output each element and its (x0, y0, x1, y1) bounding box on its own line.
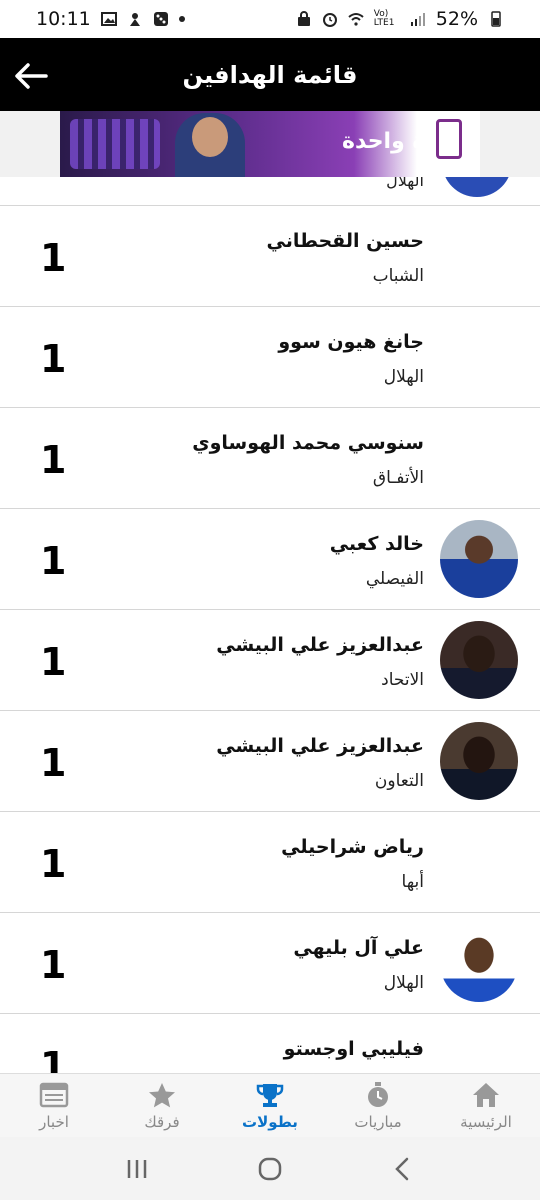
goals-count: 1 (40, 438, 67, 482)
bottom-navigation: اخبار فرقك بطولات مباريات الرئيسية (0, 1073, 540, 1137)
table-row[interactable]: 1 فيليبي اوجستو (0, 1014, 540, 1073)
player-avatar (440, 520, 518, 598)
banner-logo-icon (436, 119, 462, 159)
table-row[interactable]: 1 رياض شراحيلي أبها (0, 812, 540, 913)
stopwatch-icon (368, 1081, 388, 1107)
banner-speaker-graphic (70, 119, 160, 169)
nav-item-teams[interactable]: فرقك (108, 1074, 216, 1137)
trophy-icon (256, 1083, 284, 1107)
goals-count: 1 (40, 943, 67, 987)
nav-label-home: الرئيسية (460, 1112, 512, 1131)
page-title: قائمة الهدافين (182, 60, 358, 89)
goals-count: 1 (40, 640, 67, 684)
team-name: الهلال (383, 367, 424, 387)
player-name: علي آل بليهي (293, 937, 424, 959)
banner-face-graphic (192, 117, 228, 157)
team-name: الهلال (386, 177, 424, 190)
dice-icon (153, 12, 168, 26)
table-row[interactable]: 1 عبدالعزيز علي البيشي الاتحاد (0, 610, 540, 711)
app-header: قائمة الهدافين (0, 38, 540, 111)
table-row[interactable]: الهلال (0, 177, 540, 206)
system-back-icon[interactable] (389, 1155, 417, 1183)
lock-icon (297, 11, 310, 26)
table-row[interactable]: 1 علي آل بليهي الهلال (0, 913, 540, 1014)
nav-label-teams: فرقك (144, 1112, 180, 1131)
network-label: Vo) LTE1 (373, 9, 395, 28)
gallery-icon (100, 12, 117, 26)
nav-item-matches[interactable]: مباريات (324, 1074, 432, 1137)
goals-count: 1 (40, 842, 67, 886)
player-name: جانغ هيون سوو (278, 331, 424, 353)
team-name: الشباب (372, 266, 424, 286)
player-avatar (440, 722, 518, 800)
wifi-icon (348, 13, 364, 26)
team-name: التعاون (374, 771, 424, 791)
player-name: حسين القحطاني (266, 230, 424, 252)
battery-icon (491, 11, 501, 27)
status-bar: 10:11 Vo) LTE1 52% (0, 0, 540, 38)
team-name: الهلال (383, 973, 424, 993)
nav-label-tournaments: بطولات (242, 1112, 298, 1131)
player-name: سنوسي محمد الهوساوي (192, 432, 424, 454)
status-left: 10:11 (36, 8, 185, 30)
home-button-icon[interactable] (256, 1155, 284, 1183)
goals-count: 1 (40, 236, 67, 280)
nav-label-matches: مباريات (354, 1112, 402, 1131)
back-arrow-icon[interactable] (14, 62, 48, 90)
table-row[interactable]: 1 خالد كعبي الفيصلي (0, 509, 540, 610)
table-row[interactable]: 1 سنوسي محمد الهوساوي الأتفـاق (0, 408, 540, 509)
goals-count: 1 (40, 1044, 67, 1073)
ad-banner-container: بوحدة واحدة (0, 111, 540, 177)
scorers-list[interactable]: الهلال 1 حسين القحطاني الشباب 1 جانغ هيون سو… (0, 177, 540, 1073)
table-row[interactable]: 1 عبدالعزيز علي البيشي التعاون (0, 711, 540, 812)
battery-percent: 52% (435, 8, 478, 30)
more-notifications-dot (178, 16, 185, 22)
system-navigation-bar (0, 1137, 540, 1200)
goals-count: 1 (40, 539, 67, 583)
team-name: الأتفـاق (372, 468, 424, 488)
player-avatar (440, 621, 518, 699)
status-right: Vo) LTE1 52% (296, 8, 504, 30)
player-name: رياض شراحيلي (281, 836, 424, 858)
news-icon (39, 1082, 69, 1107)
team-name: أبها (401, 872, 424, 892)
alarm-icon (322, 13, 337, 27)
player-name: عبدالعزيز علي البيشي (216, 634, 424, 656)
nav-item-tournaments[interactable]: بطولات (216, 1074, 324, 1137)
star-icon (149, 1082, 175, 1107)
player-avatar (440, 924, 518, 1002)
nav-item-home[interactable]: الرئيسية (432, 1074, 540, 1137)
player-avatar (442, 177, 512, 197)
home-icon (473, 1082, 499, 1107)
signal-icon (410, 13, 425, 26)
goals-count: 1 (40, 337, 67, 381)
ad-banner[interactable]: بوحدة واحدة (60, 111, 480, 177)
status-time: 10:11 (36, 8, 91, 30)
table-row[interactable]: 1 حسين القحطاني الشباب (0, 206, 540, 307)
goals-count: 1 (40, 741, 67, 785)
player-name: عبدالعزيز علي البيشي (216, 735, 424, 757)
player-name: فيليبي اوجستو (283, 1038, 424, 1060)
recent-apps-icon[interactable] (123, 1155, 151, 1183)
nav-label-news: اخبار (39, 1112, 69, 1131)
notification-app-icon (129, 13, 140, 26)
team-name: الفيصلي (365, 569, 424, 589)
team-name: الاتحاد (381, 670, 424, 690)
player-name: خالد كعبي (329, 533, 424, 555)
table-row[interactable]: 1 جانغ هيون سوو الهلال (0, 307, 540, 408)
nav-item-news[interactable]: اخبار (0, 1074, 108, 1137)
